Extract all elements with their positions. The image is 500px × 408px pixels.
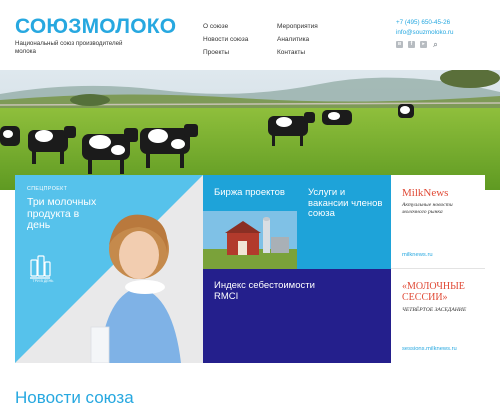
contact-block: +7 (495) 650-45-26 info@souzmoloko.ru <box>396 18 454 37</box>
tile-milk-sessions[interactable]: «МОЛОЧНЫЕ СЕССИИ» ЧЕТВЁРТОЕ ЗАСЕДАНИЕ se… <box>391 269 485 363</box>
nav-events[interactable]: Мероприятия <box>277 20 318 33</box>
email-link[interactable]: info@souzmoloko.ru <box>396 28 454 38</box>
tile-project-exchange[interactable]: Биржа проектов <box>203 175 297 269</box>
vk-icon[interactable]: в <box>396 41 403 48</box>
main-nav-col-2: Мероприятия Аналитика Контакты <box>277 20 318 59</box>
sessions-brand: «МОЛОЧНЫЕ СЕССИИ» <box>402 281 465 303</box>
nav-about[interactable]: О союзе <box>203 20 248 33</box>
tile-index-title: Индекс себестоимости RMCI <box>214 280 315 302</box>
nav-contacts[interactable]: Контакты <box>277 46 318 59</box>
nav-analytics[interactable]: Аналитика <box>277 33 318 46</box>
tile-special-title: Три молочных продукта в день <box>27 196 97 231</box>
cows-pasture-illustration <box>0 70 500 190</box>
hero-image <box>0 70 500 190</box>
tile-services-vacancies[interactable]: Услуги и вакансии членов союза <box>297 175 391 269</box>
nav-projects[interactable]: Проекты <box>203 46 248 59</box>
facebook-icon[interactable]: f <box>408 41 415 48</box>
nav-news[interactable]: Новости союза <box>203 33 248 46</box>
tile-cost-index[interactable]: Индекс себестоимости RMCI <box>203 269 391 363</box>
search-icon[interactable]: ⌕ <box>432 41 439 49</box>
tile-exchange-title: Биржа проектов <box>214 187 285 198</box>
tile-services-title: Услуги и вакансии членов союза <box>308 187 383 219</box>
main-nav-col-1: О союзе Новости союза Проекты <box>203 20 248 59</box>
phone-link[interactable]: +7 (495) 650-45-26 <box>396 18 454 28</box>
feature-tiles: СПЕЦПРОЕКТ Три молочных продукта в день … <box>15 175 485 363</box>
site-header: СОЮЗМОЛОКО Национальный союз производите… <box>0 0 500 70</box>
tile-special-label: СПЕЦПРОЕКТ <box>27 186 68 192</box>
milknews-brand: MilkNews <box>402 187 449 199</box>
sessions-url: sessions.milknews.ru <box>402 346 457 352</box>
social-links: в f ▸ ⌕ <box>396 41 439 49</box>
site-logo[interactable]: СОЮЗМОЛОКО <box>15 16 176 38</box>
site-tagline: Национальный союз производителей молока <box>15 40 123 55</box>
youtube-icon[interactable]: ▸ <box>420 41 427 48</box>
tile-milknews[interactable]: MilkNews Актуальные новости молочного ры… <box>391 175 485 269</box>
sessions-description: ЧЕТВЁРТОЕ ЗАСЕДАНИЕ <box>402 307 467 313</box>
three-a-day-badge-text: ТРИ В ДЕНЬ <box>32 279 54 283</box>
barn-illustration <box>203 211 297 269</box>
news-section-title: Новости союза <box>15 388 134 407</box>
milknews-url: milknews.ru <box>402 252 433 258</box>
tile-three-products[interactable]: СПЕЦПРОЕКТ Три молочных продукта в день … <box>15 175 203 363</box>
milknews-description: Актуальные новости молочного рынка <box>402 202 453 215</box>
